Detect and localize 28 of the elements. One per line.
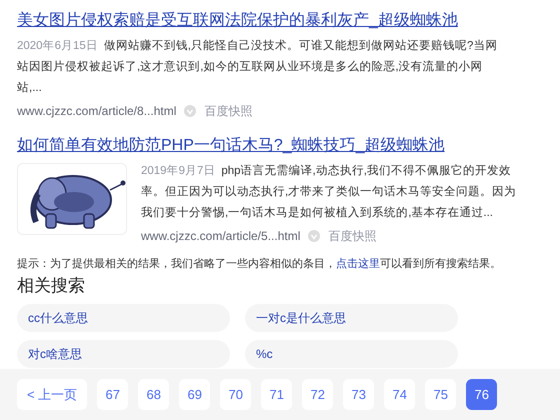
result-title-link[interactable]: 美女图片侵权索赔是受互联网法院保护的暴利灰产_超级蜘蛛池 [17, 10, 523, 32]
cache-link[interactable]: 百度快照 [328, 226, 376, 246]
tip-text: 提示：为了提供最相关的结果，我们省略了一些内容相似的条目，点击这里可以看到所有搜索结果。 [16, 256, 502, 272]
previous-page-button[interactable]: < 上一页 [17, 379, 88, 410]
page-button[interactable]: 71 [261, 379, 292, 410]
cache-icon [308, 230, 320, 242]
result-url: www.cjzzc.com/article/8...html [17, 103, 176, 120]
page-button[interactable]: 68 [138, 379, 170, 410]
page-button[interactable]: 70 [220, 379, 252, 410]
click-here-link[interactable]: 点击这里 [336, 258, 380, 270]
cache-link[interactable]: 百度快照 [204, 101, 252, 121]
related-search-chip[interactable]: cc什么意思 [17, 304, 230, 332]
page-button[interactable]: 73 [343, 379, 374, 410]
page-button[interactable]: 67 [97, 379, 128, 410]
related-search-chip[interactable]: 对c啥意思 [17, 340, 230, 368]
result-snippet: 2019年9月7日 php语言无需编译,动态执行,我们不得不佩服它的开发效率。但正因为可以动态执行,才带来了类似一句话木马等安全问题。因为我们要十分警惕,一句话木马是如何被植入到系统的,基本存在通过... [141, 163, 518, 221]
related-search-chip[interactable]: %c [245, 340, 458, 368]
result-url: www.cjzzc.com/article/5...html [141, 228, 300, 245]
result-title-link[interactable]: 如何简单有效地防范PHP一句话木马?_蜘蛛技巧_超级蜘蛛池 [17, 135, 523, 157]
page-button[interactable]: 69 [179, 379, 210, 410]
page-button[interactable]: 72 [302, 379, 334, 410]
related-heading: 相关搜索 [16, 275, 86, 297]
page-button[interactable]: 75 [425, 379, 456, 410]
page-button[interactable]: 76 [466, 379, 498, 410]
page-button[interactable]: 74 [384, 379, 416, 410]
cache-icon [184, 105, 196, 117]
result-snippet: 2020年6月15日 做网站赚不到钱,只能怪自己没技术。可谁又能想到做网站还要赔钱呢?当网站因图片侵权被起诉了,这才意识到,如今的互联网从业环境是多么的险恶,没有流量的小网站,... [17, 38, 498, 96]
related-search-chip[interactable]: 一对c是什么意思 [245, 304, 458, 332]
